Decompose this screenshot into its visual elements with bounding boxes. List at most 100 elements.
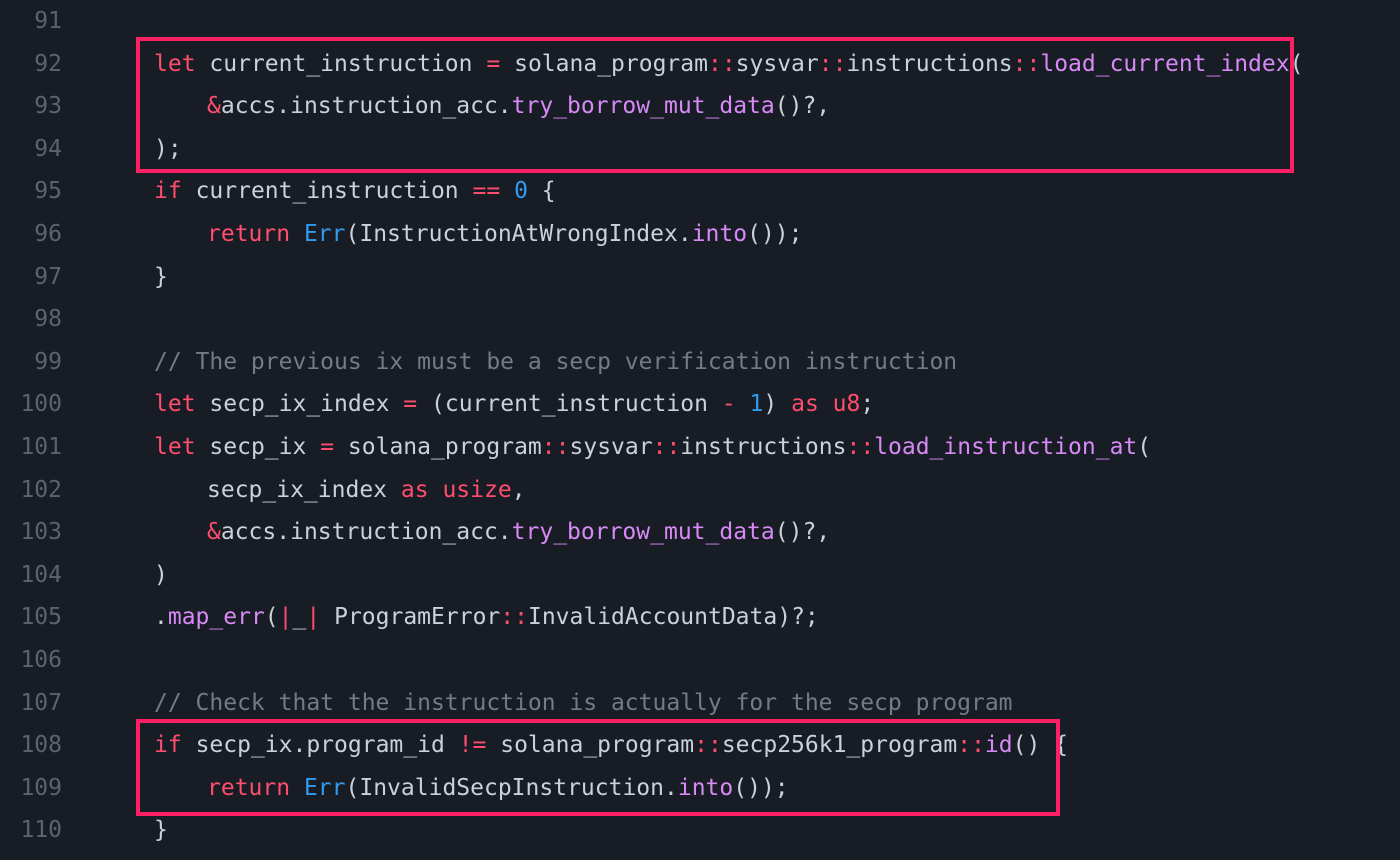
code-token: =: [486, 50, 501, 77]
code-token: InstructionAtWrongIndex.: [359, 221, 692, 247]
code-token: 1: [749, 391, 764, 418]
line-number: 106: [20, 647, 62, 673]
code-token: (: [264, 604, 279, 631]
code-token: (: [1289, 50, 1304, 77]
code-token: load_current_index: [1040, 50, 1290, 77]
code-token: // Check that the instruction is actuall…: [154, 689, 1013, 716]
code-token: id: [984, 732, 1013, 759]
line-number: 103: [20, 519, 62, 546]
line-code: ): [154, 554, 168, 596]
line-code: let secp_ix = solana_program::sysvar::in…: [154, 426, 1151, 468]
code-token: () {: [1012, 732, 1069, 759]
code-token: ;: [860, 391, 875, 418]
code-token: ,: [511, 476, 526, 503]
code-token: solana_program: [347, 434, 542, 460]
code-token: if: [154, 178, 182, 205]
line-code: if secp_ix.program_id != solana_program:…: [154, 724, 1068, 766]
code-line: 103 &accs.instruction_acc.try_borrow_mut_…: [0, 511, 1400, 553]
code-token: current_instruction: [444, 391, 708, 418]
code-token: ::: [846, 434, 875, 460]
line-number: 101: [20, 434, 62, 460]
code-token: ::: [500, 604, 528, 631]
code-token: instructions: [680, 434, 847, 460]
line-number: 100: [20, 391, 62, 418]
code-token: return: [207, 221, 291, 247]
code-line: 102 secp_ix_index as usize,: [0, 469, 1400, 511]
line-code: if current_instruction == 0 {: [154, 170, 556, 212]
code-token: _: [292, 604, 307, 631]
code-token: sysvar: [569, 434, 653, 460]
code-token: solana_program: [500, 732, 695, 759]
code-token: usize: [442, 476, 512, 503]
code-token: as: [791, 391, 819, 418]
code-token: ::: [957, 732, 985, 759]
code-token: ): [763, 391, 792, 418]
code-token: }: [154, 263, 168, 290]
code-token: {: [527, 178, 556, 205]
code-line: 101 let secp_ix = solana_program::sysvar:…: [0, 426, 1400, 468]
code-token: =: [403, 391, 418, 418]
code-token: 0: [514, 178, 528, 205]
code-token: .: [154, 604, 168, 631]
code-token: into: [677, 774, 734, 801]
code-line: 108 if secp_ix.program_id != solana_progr…: [0, 724, 1400, 766]
line-number: 97: [34, 263, 62, 290]
code-line: 98: [0, 298, 1400, 340]
code-line: 110}: [0, 809, 1400, 851]
code-token: secp_ix: [209, 434, 307, 460]
code-editor[interactable]: 91 92 let current_instruction = solana_pro…: [0, 0, 1400, 860]
code-token: u8: [832, 391, 861, 418]
code-token: // The previous ix must be a secp verifi…: [154, 348, 958, 375]
code-token: ());: [733, 774, 789, 801]
code-token: secp256k1_program: [721, 732, 958, 759]
code-token: current_instruction: [209, 50, 473, 77]
code-line: 93 &accs.instruction_acc.try_borrow_mut_d…: [0, 85, 1400, 127]
line-number: 105: [20, 604, 62, 631]
code-token: |: [306, 604, 321, 631]
code-token: solana_program: [514, 50, 708, 77]
code-token: let: [154, 434, 196, 460]
code-token: if: [154, 732, 182, 759]
code-line: 109 return Err(InvalidSecpInstruction.int…: [0, 767, 1400, 809]
line-code: }: [154, 256, 168, 298]
code-token: into: [691, 221, 748, 247]
code-token: ==: [472, 178, 501, 205]
line-number: 91: [34, 8, 62, 34]
code-token: accs.instruction_acc.: [220, 93, 512, 120]
line-code: &accs.instruction_acc.try_borrow_mut_dat…: [207, 85, 830, 127]
code-token: try_borrow_mut_data: [511, 93, 775, 120]
line-code: return Err(InstructionAtWrongIndex.into(…: [207, 213, 802, 255]
code-token: InvalidAccountData: [527, 604, 778, 631]
code-token: ::: [818, 50, 847, 77]
code-token: return: [207, 774, 291, 801]
line-number: 95: [34, 178, 62, 205]
code-token: let: [154, 391, 196, 418]
line-number: 109: [20, 774, 62, 801]
line-code: return Err(InvalidSecpInstruction.into()…: [207, 767, 789, 809]
code-line: 96 return Err(InstructionAtWrongIndex.int…: [0, 213, 1400, 255]
line-code: // Check that the instruction is actuall…: [154, 682, 1013, 724]
code-token: load_instruction_at: [874, 434, 1138, 460]
line-number: 102: [20, 476, 62, 503]
code-token: ());: [747, 221, 803, 247]
code-token: ::: [652, 434, 681, 460]
code-token: (: [1137, 434, 1152, 460]
line-code: );: [154, 128, 182, 170]
line-code: let secp_ix_index = (current_instruction…: [154, 383, 874, 425]
code-token: =: [320, 434, 335, 460]
code-token: secp_ix_index: [209, 391, 390, 418]
code-line: 99 // The previous ix must be a secp veri…: [0, 341, 1400, 383]
line-number: 98: [34, 306, 62, 333]
code-token: ::: [707, 50, 736, 77]
